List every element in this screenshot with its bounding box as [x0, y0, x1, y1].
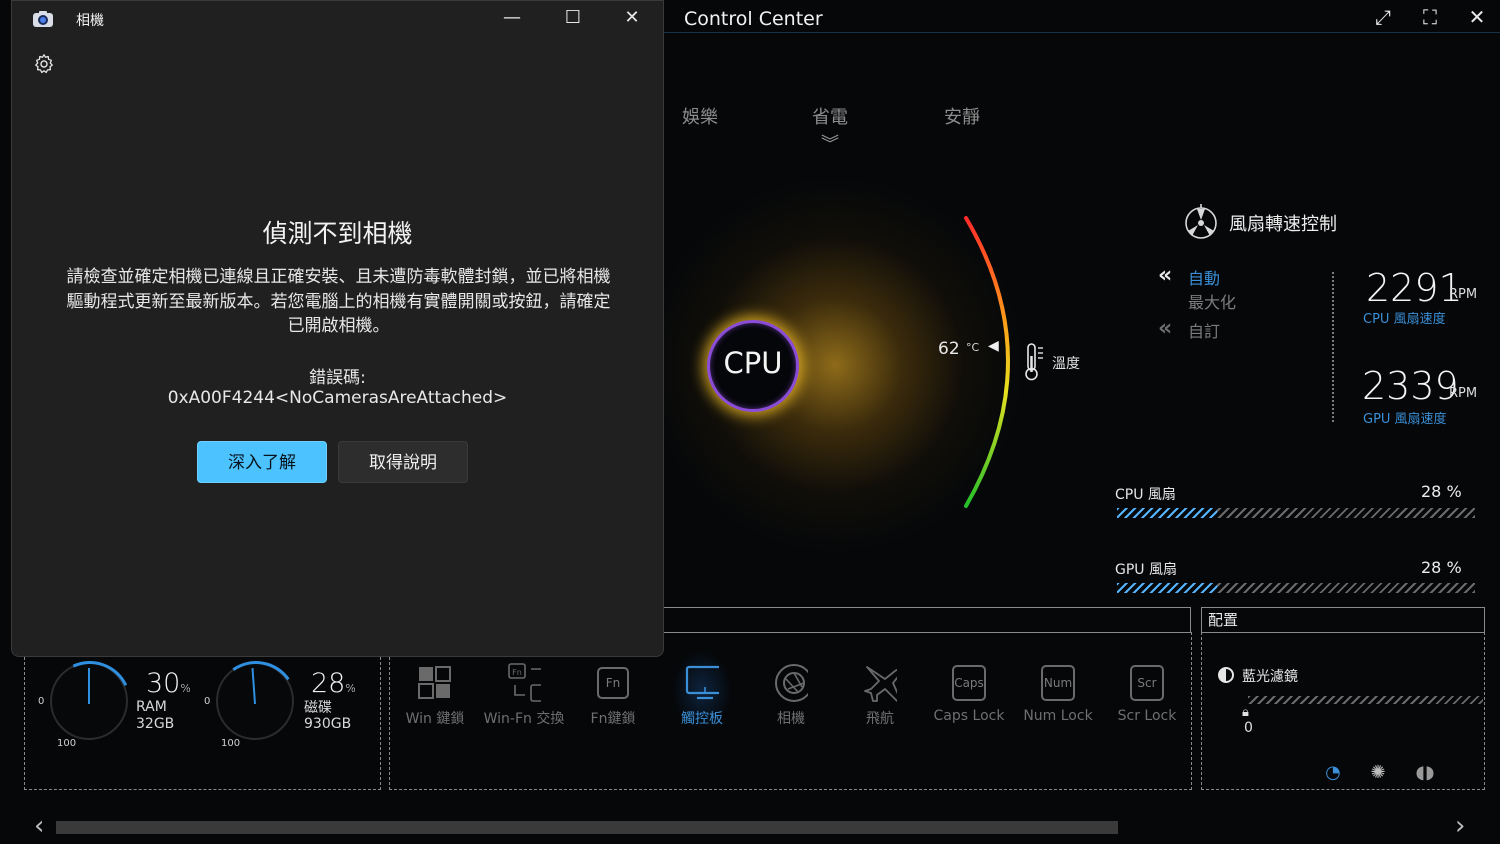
horizontal-scrollbar[interactable]	[56, 821, 1118, 834]
moon-icon[interactable]: ◔	[1322, 762, 1344, 784]
get-help-button[interactable]: 取得說明	[338, 441, 468, 483]
camera-app-icon	[33, 11, 53, 27]
blue-light-slider[interactable]	[1248, 696, 1483, 704]
ram-percent: 30%	[146, 668, 191, 699]
num-key-icon: Num	[1041, 665, 1075, 701]
fn-key-icon: Fn	[596, 666, 630, 700]
scroll-left-icon[interactable]: ‹	[34, 811, 44, 841]
learn-more-button[interactable]: 深入了解	[197, 441, 327, 483]
camera-window-title: 相機	[76, 13, 104, 29]
blue-light-label: 藍光濾鏡	[1242, 669, 1298, 685]
ram-gauge	[37, 649, 143, 755]
windows-icon	[418, 666, 452, 700]
maximize-button[interactable]: ☐	[550, 4, 596, 32]
mode-entertainment[interactable]: 娛樂	[682, 103, 718, 129]
chevron-left-icon: «	[1158, 316, 1173, 341]
cpu-rpm-label: CPU 風扇速度	[1363, 312, 1446, 327]
scroll-right-icon[interactable]: ›	[1455, 811, 1465, 841]
error-code-value: 0xA00F4244<NoCamerasAreAttached>	[167, 388, 508, 408]
chevron-left-icon: «	[1158, 263, 1173, 288]
gpu-fan-bar	[1117, 583, 1475, 593]
fan-option-max[interactable]: 最大化	[1188, 289, 1236, 313]
scr-key-icon: Scr	[1130, 665, 1164, 701]
header-divider	[664, 32, 1500, 33]
tool-fn-lock[interactable]: Fn Fn鍵鎖	[570, 666, 656, 728]
tool-touchpad[interactable]: 觸控板	[659, 665, 745, 728]
gear-icon[interactable]	[33, 53, 55, 75]
ram-label: RAM	[136, 699, 167, 715]
cpu-fan-bar-percent: 28 %	[1421, 482, 1462, 501]
fullscreen-icon[interactable]: ⛶	[1413, 4, 1447, 30]
tool-num-lock[interactable]: Num Num Lock	[1015, 665, 1101, 724]
close-button[interactable]: ✕	[609, 4, 655, 32]
camera-error-message: 請檢查並確定相機已連線且正確安裝、且未遭防毒軟體封鎖，並已將相機驅動程式更新至最…	[66, 267, 611, 336]
swap-icon: Fn	[507, 663, 541, 702]
restore-window-icon[interactable]: ⤢	[1366, 4, 1400, 30]
mode-power-saving[interactable]: 省電	[812, 103, 848, 129]
disk-gauge-min: 0	[204, 696, 211, 707]
gpu-fan-bar-percent: 28 %	[1421, 558, 1462, 577]
temperature-label: 溫度	[1052, 356, 1080, 372]
temperature-value: 62	[938, 339, 960, 359]
cpu-fan-bar	[1117, 508, 1475, 518]
cpu-rpm-unit: RPM	[1449, 287, 1478, 302]
disk-percent: 28%	[311, 668, 356, 699]
touchpad-icon	[685, 665, 719, 700]
camera-shutter-icon	[774, 664, 808, 702]
gpu-fan-bar-fill	[1117, 583, 1218, 593]
brightness-icon[interactable]: ✺	[1367, 762, 1389, 784]
tool-camera[interactable]: 相機	[748, 664, 834, 728]
tool-scr-lock[interactable]: Scr Scr Lock	[1104, 665, 1190, 724]
svg-text:Fn: Fn	[512, 668, 522, 677]
fan-divider	[1332, 272, 1334, 422]
blue-light-icon	[1218, 667, 1234, 683]
temperature-arc	[964, 216, 1010, 508]
ram-gauge-min: 0	[38, 696, 45, 707]
fan-control-title: 風扇轉速控制	[1229, 214, 1337, 235]
error-code-label: 錯誤碼:	[309, 368, 366, 388]
close-cc-button[interactable]: ✕	[1460, 4, 1494, 30]
tool-win-lock[interactable]: Win 鍵鎖	[392, 666, 478, 728]
disk-capacity: 930GB	[304, 716, 352, 732]
cpu-fan-bar-label: CPU 風扇	[1115, 487, 1176, 503]
disk-label: 磁碟	[304, 700, 332, 716]
mode-quiet[interactable]: 安靜	[944, 103, 980, 129]
ram-gauge-max: 100	[57, 738, 77, 749]
caps-key-icon: Caps	[952, 665, 986, 701]
disk-gauge-max: 100	[221, 738, 241, 749]
gpu-fan-bar-label: GPU 風扇	[1115, 562, 1177, 578]
toolbar-header	[664, 607, 1191, 633]
fan-icon	[1185, 204, 1217, 239]
ram-capacity: 32GB	[136, 716, 175, 732]
temperature-unit: °C	[966, 341, 980, 354]
tool-caps-lock[interactable]: Caps Caps Lock	[926, 665, 1012, 724]
gpu-rpm-label: GPU 風扇速度	[1363, 412, 1447, 427]
fan-option-custom[interactable]: 自訂	[1188, 318, 1220, 342]
gpu-rpm-unit: RPM	[1449, 386, 1478, 401]
blue-light-value: 0	[1244, 720, 1253, 736]
tool-win-fn-swap[interactable]: Fn Win-Fn 交換	[481, 663, 567, 728]
config-title: 配置	[1208, 611, 1239, 629]
control-center-title: Control Center	[684, 8, 823, 30]
fan-option-auto[interactable]: 自動	[1188, 265, 1220, 289]
thermometer-icon	[1025, 343, 1043, 381]
minimize-button[interactable]: —	[489, 4, 535, 32]
airplane-icon	[863, 666, 897, 702]
camera-error-heading: 偵測不到相機	[262, 219, 413, 248]
cpu-fan-bar-fill	[1117, 508, 1218, 518]
temperature-pointer-icon: ◀	[988, 338, 999, 354]
tool-airplane[interactable]: 飛航	[837, 666, 923, 728]
cpu-label: CPU	[723, 346, 783, 380]
gpu-rpm-value: 2339	[1362, 364, 1459, 408]
config-header	[1201, 607, 1485, 633]
slider-lock-icon: 🔒︎	[1242, 705, 1249, 720]
disk-gauge	[208, 654, 304, 750]
sound-wave-icon[interactable]: ◖◗	[1412, 762, 1438, 784]
